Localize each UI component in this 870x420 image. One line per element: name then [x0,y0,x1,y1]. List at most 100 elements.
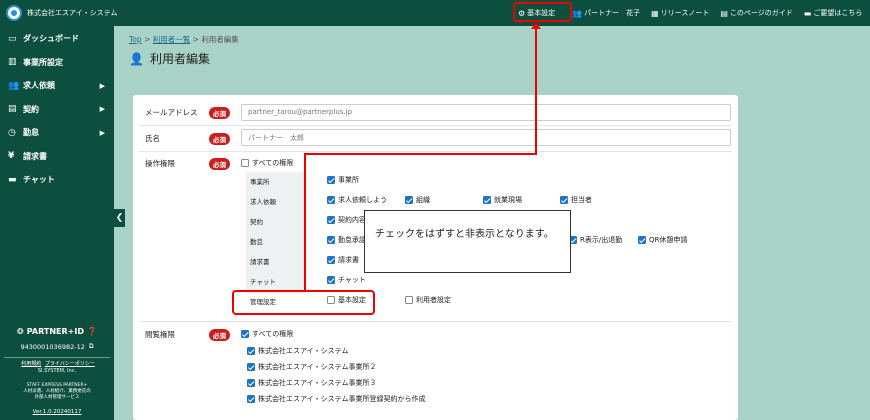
permission-checkbox[interactable]: 契約内容 [327,215,366,225]
user-edit-icon: 👤 [129,51,144,66]
sidebar-item-1[interactable]: ▥ 事業所設定 [0,51,114,75]
office-label: 株式会社エスアイ・システム事業所２ [258,363,377,371]
checkbox-icon [327,176,335,184]
partner-id-row: 9430001036982-12 ⧉ [0,342,114,351]
required-badge: 必須 [209,107,230,119]
permission-option-label: 求人依頼しよう [338,196,387,204]
permission-option-label: 利用者設定 [416,296,451,304]
annotation-line-horizontal [304,153,537,155]
document-icon: ▤ [8,104,17,115]
people-icon: 👥 [8,80,20,91]
view-all-checkbox[interactable]: すべての権限 [241,329,293,339]
sidebar-item-2[interactable]: 👥 求人依頼 ▶ [0,74,114,98]
checkbox-icon [405,196,413,204]
checkbox-icon [327,196,335,204]
fingerprint-icon: ❂ [17,327,24,336]
breadcrumb-current: 利用者編集 [201,35,239,44]
office-label: 株式会社エスアイ・システム [258,347,349,355]
permission-checkbox[interactable]: 担当者 [560,195,592,205]
checkbox-icon [247,379,255,387]
help-icon[interactable]: ❓ [87,327,97,336]
sidebar-item-label: チャット [23,175,55,185]
sidebar-footer: ❂ PARTNER+ID ❓ 9430001036982-12 ⧉ 利用規約 プ… [0,326,114,415]
sidebar-collapse-button[interactable]: ❮ [114,209,125,227]
user-menu[interactable]: 👥 パートナー 花子 [572,8,640,18]
brand[interactable]: 株式会社エスアイ・システム [0,5,240,21]
office-checkbox[interactable]: 株式会社エスアイ・システム事業所２ [247,362,376,372]
annotation-line-up [535,28,537,155]
permission-checkbox[interactable]: QR休憩申請 [638,235,687,245]
permission-checkbox[interactable]: 組織 [405,195,430,205]
sidebar-item-4[interactable]: ◷ 勤怠 ▶ [0,121,114,145]
permissions-all-checkbox[interactable]: すべての権限 [241,158,293,168]
release-notes-label: リリースノート [660,9,710,17]
permission-option-label: チャット [338,276,366,284]
email-label: メールアドレス [145,108,198,117]
sidebar-item-label: ダッシュボード [23,34,79,44]
permission-category-label: 請求書 [250,258,270,266]
permission-checkbox[interactable]: 利用者設定 [405,295,451,305]
user-name: パートナー 花子 [584,9,641,17]
office-checkbox[interactable]: 株式会社エスアイ・システム事業所登録契約から作成 [247,394,425,404]
checkbox-icon [241,330,249,338]
permission-checkbox[interactable]: 勤怠承認 [327,235,366,245]
permission-category-label: 事業所 [250,178,270,186]
office-checkbox[interactable]: 株式会社エスアイ・システム [247,346,348,356]
office-label: 株式会社エスアイ・システム事業所登録契約から作成 [258,395,426,403]
sidebar-item-label: 事業所設定 [23,57,63,67]
view-all-label: すべての権限 [252,330,294,338]
sidebar-item-5[interactable]: ¥ 請求書 [0,145,114,169]
permission-checkbox[interactable]: 事業所 [327,175,359,185]
breadcrumb-top[interactable]: Top [129,35,142,44]
comment-icon: ▬ [803,8,812,18]
checkbox-icon [327,256,335,264]
request-link[interactable]: ▬ ご要望はこちら [804,8,863,18]
clock-icon: ◷ [8,127,16,138]
dashboard-icon: ▭ [8,33,17,44]
required-badge: 必須 [209,158,230,170]
partner-id-title: ❂ PARTNER+ID ❓ [0,327,114,336]
top-bar: 株式会社エスアイ・システム ⚙ 基本設定 👥 パートナー 花子 ▦ リリースノー… [0,0,870,26]
permission-checkbox[interactable]: チャット [327,275,366,285]
privacy-link[interactable]: プライバシーポリシー [45,361,95,367]
permission-checkbox[interactable]: R表示/出退勤 [569,235,622,245]
sidebar-item-6[interactable]: ▬ チャット [0,168,114,192]
admin-settings-highlight [232,290,375,315]
name-field[interactable]: パートナー 太郎 [241,129,731,146]
arrow-up-icon [531,22,541,29]
office-checkbox[interactable]: 株式会社エスアイ・システム事業所３ [247,378,376,388]
checkbox-icon [247,347,255,355]
permission-checkbox[interactable]: 就業現場 [483,195,522,205]
permission-option-label: 担当者 [571,196,592,204]
checkbox-icon [241,159,249,167]
email-field[interactable]: partner_tarou@partnerplus.jp [241,104,731,121]
office-label: 株式会社エスアイ・システム事業所３ [258,379,377,387]
breadcrumb-user-list[interactable]: 利用者一覧 [153,35,191,44]
company-en: SI.SYSTEM, Inc. [37,368,77,374]
settings-highlight [513,2,572,22]
checkbox-icon [327,216,335,224]
permission-checkbox[interactable]: 求人依頼しよう [327,195,387,205]
sidebar-divider [4,357,110,358]
view-permissions-label: 閲覧権限 [145,330,175,339]
checkbox-icon [638,236,646,244]
sidebar-item-label: 請求書 [23,151,47,161]
permission-option-label: 勤怠承認 [338,236,366,244]
permission-option-label: 事業所 [338,176,359,184]
page-title: 👤 利用者編集 [129,50,210,67]
partner-id-value: 9430001036982-12 [20,342,85,351]
version-link[interactable]: Ver.1.0.20240117 [0,409,114,415]
permission-option-label: R表示/出退勤 [580,236,623,244]
sidebar-item-3[interactable]: ▤ 契約 ▶ [0,98,114,122]
page-guide-link[interactable]: ▤ このページのガイド [720,8,792,18]
permission-category-label: 求人依頼 [250,198,276,206]
checkbox-icon [327,276,335,284]
permission-checkbox[interactable]: 請求書 [327,255,359,265]
checkbox-icon [247,395,255,403]
sidebar-item-0[interactable]: ▭ ダッシュボード [0,27,114,51]
release-notes-link[interactable]: ▦ リリースノート [651,8,709,18]
copy-icon[interactable]: ⧉ [89,342,94,351]
checkbox-icon [405,296,413,304]
name-label: 氏名 [145,134,160,143]
terms-link[interactable]: 利用規約 [21,361,41,367]
